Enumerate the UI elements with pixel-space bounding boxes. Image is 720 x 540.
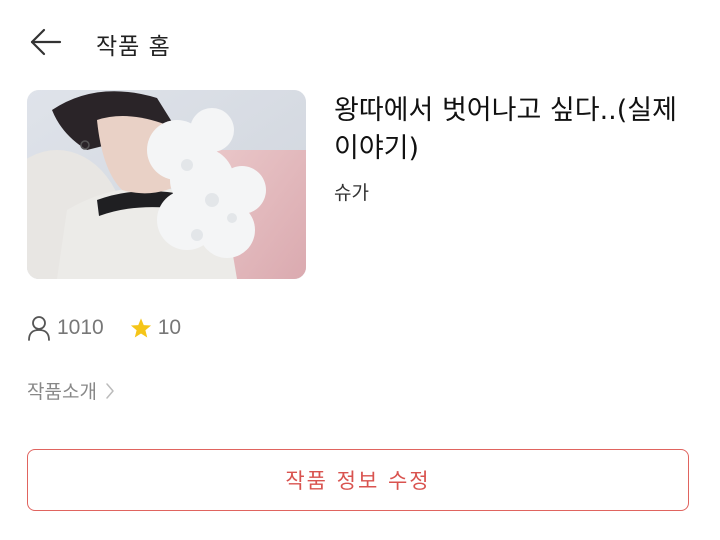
- stars-count: 10: [157, 316, 182, 339]
- back-button[interactable]: [26, 24, 66, 60]
- readers-count: 1010: [57, 316, 104, 339]
- work-intro-link[interactable]: 작품소개: [27, 377, 115, 404]
- work-stats: 1010 10: [27, 313, 181, 343]
- person-icon: [27, 315, 51, 341]
- work-author: 슈가: [334, 182, 369, 204]
- work-home-page: 작품 홈 왕따에서 벗어나고 싶다..(실제이야기) 슈가 1010 10 작품…: [0, 0, 720, 540]
- stars-stat: 10: [130, 316, 181, 340]
- header: 작품 홈: [0, 0, 720, 84]
- chevron-right-icon: [105, 381, 115, 401]
- readers-stat: 1010: [27, 315, 104, 341]
- edit-work-info-button[interactable]: 작품 정보 수정: [27, 449, 689, 511]
- star-icon: [130, 317, 152, 339]
- work-title: 왕따에서 벗어나고 싶다..(실제이야기): [334, 95, 677, 164]
- arrow-left-icon: [30, 28, 62, 56]
- page-title: 작품 홈: [96, 34, 171, 60]
- cover-image: [27, 90, 306, 279]
- edit-work-info-label: 작품 정보 수정: [285, 469, 431, 493]
- intro-label: 작품소개: [27, 381, 97, 403]
